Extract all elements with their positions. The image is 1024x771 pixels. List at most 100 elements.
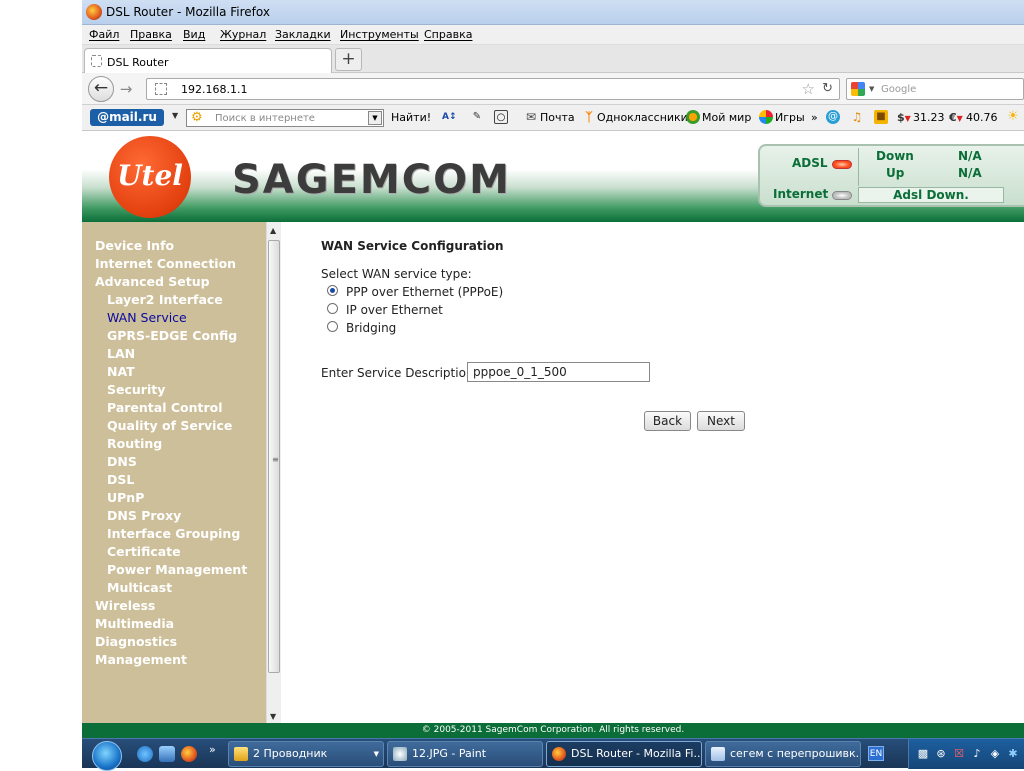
scrollbar-thumb[interactable]: ≡ — [268, 240, 280, 673]
grip-icon: ≡ — [272, 455, 279, 464]
option-ipoe-label[interactable]: IP over Ethernet — [346, 303, 443, 317]
mail-icon[interactable]: ✉ — [524, 110, 538, 124]
sidebar-item-dsl[interactable]: DSL — [107, 472, 134, 487]
usd-rate[interactable]: 31.23 — [913, 111, 945, 124]
sidebar-item-wan-service[interactable]: WAN Service — [107, 310, 187, 325]
quicklaunch-more-icon[interactable]: » — [209, 743, 216, 756]
toolbar-search-input[interactable]: ⚙ Поиск в интернете ▼ — [186, 109, 384, 127]
reload-icon[interactable]: ↻ — [822, 81, 833, 96]
menu-bookmarks[interactable]: Закладки — [275, 28, 331, 41]
show-desktop-icon[interactable] — [159, 746, 175, 762]
next-button[interactable]: Next — [697, 411, 745, 431]
back-button[interactable]: Back — [644, 411, 691, 431]
sidebar-item-certificate[interactable]: Certificate — [107, 544, 181, 559]
language-indicator[interactable]: EN — [868, 746, 884, 761]
magnifier-icon[interactable]: ○ — [494, 110, 508, 124]
sidebar-item-lan[interactable]: LAN — [107, 346, 135, 361]
task-firefox[interactable]: DSL Router - Mozilla Fi... — [546, 741, 702, 767]
sidebar-item-interface-grouping[interactable]: Interface Grouping — [107, 526, 240, 541]
option-bridging-label[interactable]: Bridging — [346, 321, 396, 335]
task-explorer[interactable]: 2 Проводник ▼ — [228, 741, 384, 767]
sidebar-item-nat[interactable]: NAT — [107, 364, 135, 379]
sidebar-item-multicast[interactable]: Multicast — [107, 580, 172, 595]
bookmark-star-icon[interactable]: ☆ — [802, 80, 815, 98]
volume-icon[interactable]: ♪ — [971, 747, 983, 760]
sidebar-item-layer2-interface[interactable]: Layer2 Interface — [107, 292, 223, 307]
games-icon[interactable] — [759, 110, 773, 124]
sidebar-item-power-management[interactable]: Power Management — [107, 562, 247, 577]
sidebar-item-wireless[interactable]: Wireless — [95, 598, 155, 613]
sidebar-item-management[interactable]: Management — [95, 652, 187, 667]
mail-link[interactable]: Почта — [540, 111, 575, 124]
network-icon[interactable]: ▩ — [917, 747, 929, 760]
new-tab-button[interactable]: + — [335, 48, 362, 71]
task-notepad[interactable]: сегем с перепрошивк... — [705, 741, 861, 767]
radio-ipoe[interactable] — [327, 303, 338, 314]
menu-help[interactable]: Справка — [424, 28, 472, 41]
odnoklassniki-link[interactable]: Одноклассники — [597, 111, 688, 124]
mailru-logo[interactable]: @mail.ru — [90, 109, 164, 126]
weather-icon[interactable]: ☀ — [1006, 110, 1020, 124]
start-button[interactable] — [92, 741, 122, 771]
sidebar-item-security[interactable]: Security — [107, 382, 165, 397]
sidebar-item-diagnostics[interactable]: Diagnostics — [95, 634, 177, 649]
sidebar-menu: Device Info Internet Connection Advanced… — [82, 222, 266, 723]
sidebar-item-advanced-setup[interactable]: Advanced Setup — [95, 274, 210, 289]
safely-remove-icon[interactable]: ◈ — [989, 747, 1001, 760]
title-bar: DSL Router - Mozilla Firefox — [82, 0, 1024, 25]
mailru-menu-icon[interactable]: ▼ — [172, 111, 178, 120]
task-paint[interactable]: 12.JPG - Paint — [387, 741, 543, 767]
address-bar[interactable]: 192.168.1.1 ☆ ↻ — [146, 78, 840, 100]
sidebar-item-internet-connection[interactable]: Internet Connection — [95, 256, 236, 271]
radio-bridging[interactable] — [327, 321, 338, 332]
radio-pppoe[interactable] — [327, 285, 338, 296]
firefox-quicklaunch-icon[interactable] — [181, 746, 197, 762]
sidebar-item-parental-control[interactable]: Parental Control — [107, 400, 223, 415]
moy-mir-icon[interactable] — [686, 110, 700, 124]
sidebar-item-dns-proxy[interactable]: DNS Proxy — [107, 508, 181, 523]
sidebar-item-multimedia[interactable]: Multimedia — [95, 616, 174, 631]
tab-label: DSL Router — [107, 56, 169, 69]
agent-icon[interactable]: @ — [826, 110, 840, 124]
highlight-icon[interactable]: ✎ — [470, 110, 484, 124]
bluetooth-icon[interactable]: ✱ — [1007, 747, 1019, 760]
service-description-input[interactable] — [467, 362, 650, 382]
scroll-up-icon[interactable]: ▲ — [270, 226, 276, 235]
tab-dsl-router[interactable]: DSL Router — [84, 48, 332, 74]
engine-dropdown-icon[interactable]: ▼ — [869, 85, 874, 93]
down-value: N/A — [958, 149, 982, 163]
sidebar-item-quality-of-service[interactable]: Quality of Service — [107, 418, 232, 433]
eur-rate[interactable]: 40.76 — [966, 111, 998, 124]
menu-view[interactable]: Вид — [183, 28, 205, 41]
sidebar-item-routing[interactable]: Routing — [107, 436, 162, 451]
ie-icon[interactable] — [137, 746, 153, 762]
scroll-down-icon[interactable]: ▼ — [270, 712, 276, 721]
option-pppoe-label[interactable]: PPP over Ethernet (PPPoE) — [346, 285, 503, 299]
menu-tools[interactable]: Инструменты — [340, 28, 419, 41]
find-button[interactable]: Найти! — [391, 111, 431, 124]
forward-button[interactable]: → — [116, 80, 136, 98]
sidebar-item-upnp[interactable]: UPnP — [107, 490, 144, 505]
sidebar-scrollbar[interactable]: ▲ ≡ ▼ — [266, 222, 281, 723]
wireless-icon[interactable]: ⊛ — [935, 747, 947, 760]
menu-history[interactable]: Журнал — [220, 28, 266, 41]
internet-led-icon — [832, 191, 852, 200]
back-button[interactable]: ← — [88, 76, 114, 102]
sidebar-item-gprs-edge-config[interactable]: GPRS-EDGE Config — [107, 328, 237, 343]
music-icon[interactable]: ♫ — [850, 110, 864, 124]
page-title: WAN Service Configuration — [321, 239, 504, 253]
photo-icon[interactable]: ■ — [874, 110, 888, 124]
utel-logo: Utel — [109, 136, 191, 218]
odnoklassniki-icon[interactable]: ᛉ — [582, 110, 596, 124]
menu-edit[interactable]: Правка — [130, 28, 172, 41]
more-bookmarks-icon[interactable]: » — [811, 111, 818, 124]
sidebar-item-device-info[interactable]: Device Info — [95, 238, 174, 253]
moy-mir-link[interactable]: Мой мир — [702, 111, 751, 124]
web-search-box[interactable]: ▼ Google — [846, 78, 1024, 100]
menu-file[interactable]: Файл — [89, 28, 119, 41]
games-link[interactable]: Игры — [775, 111, 805, 124]
font-size-icon[interactable]: A↕ — [442, 110, 457, 124]
sidebar-item-dns[interactable]: DNS — [107, 454, 137, 469]
chevron-down-icon[interactable]: ▼ — [368, 111, 382, 125]
network-error-icon[interactable]: ☒ — [953, 747, 965, 760]
